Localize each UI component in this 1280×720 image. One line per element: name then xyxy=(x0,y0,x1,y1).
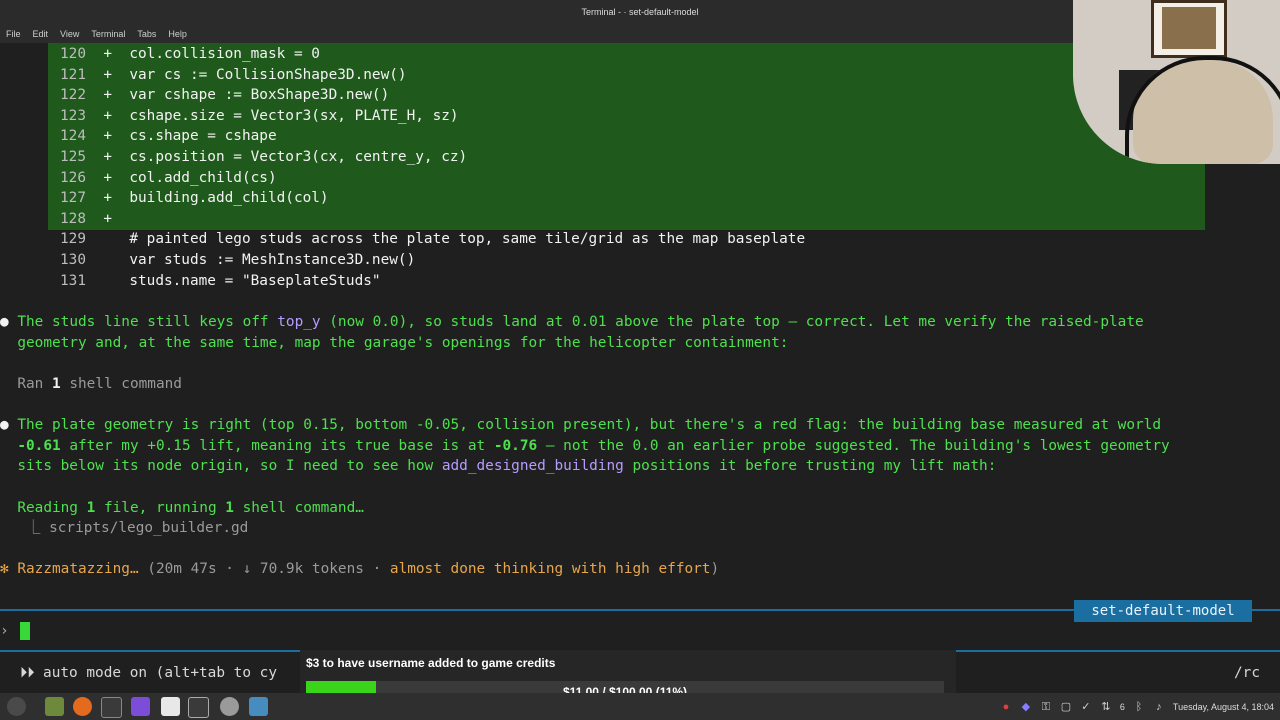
diff-line: 120 + col.collision_mask = 0 xyxy=(60,46,320,62)
terminal-icon[interactable] xyxy=(101,697,122,718)
spinner-icon: ✻ xyxy=(0,561,9,578)
assistant-message-2-cont: -0.61 after my +0.15 lift, meaning its t… xyxy=(17,437,1170,454)
clock[interactable]: Tuesday, August 4, 18:04 xyxy=(1173,702,1274,712)
diff-context-line: 130 var studs := MeshInstance3D.new() xyxy=(60,252,416,268)
clipboard-icon[interactable]: ▢ xyxy=(1060,701,1072,713)
system-tray: ● ◆ ⚿ ▢ ✓ ⇅ 6 ᛒ ♪ Tuesday, August 4, 18:… xyxy=(1000,693,1274,720)
chrome-icon[interactable] xyxy=(220,697,239,716)
taskbar: ● ◆ ⚿ ▢ ✓ ⇅ 6 ᛒ ♪ Tuesday, August 4, 18:… xyxy=(0,693,1280,720)
files-icon[interactable] xyxy=(45,697,64,716)
assistant-message-2-cont: sits below its node origin, so I need to… xyxy=(17,458,997,475)
input-cursor[interactable] xyxy=(20,622,30,640)
window-title: Terminal - · set-default-model xyxy=(581,7,699,17)
message-bullet: ● xyxy=(0,314,9,330)
wall-picture-frame xyxy=(1151,0,1227,58)
diff-line: 123 + cshape.size = Vector3(sx, PLATE_H,… xyxy=(60,107,459,124)
security-icon[interactable]: ⚿ xyxy=(1040,701,1052,713)
tool-progress-reading: Reading 1 file, running 1 shell command… xyxy=(17,499,364,516)
assistant-message-1-cont: geometry and, at the same time, map the … xyxy=(17,334,789,351)
webcam-overlay xyxy=(1073,0,1280,164)
menu-edit[interactable]: Edit xyxy=(33,29,49,39)
diff-line: 124 + cs.shape = cshape xyxy=(60,128,277,145)
diff-line: 121 + var cs := CollisionShape3D.new() xyxy=(60,66,407,83)
menu-icon[interactable] xyxy=(7,697,26,716)
terminal-active-icon[interactable] xyxy=(188,697,209,718)
assistant-message-2: ● The plate geometry is right (top 0.15,… xyxy=(0,417,1161,433)
bluetooth-icon[interactable]: ᛒ xyxy=(1133,701,1145,713)
network-icon[interactable]: ⇅ xyxy=(1100,701,1112,713)
diff-line: 128 + xyxy=(60,210,112,227)
update-icon[interactable]: ✓ xyxy=(1080,701,1092,713)
donation-title: $3 to have username added to game credit… xyxy=(306,656,556,670)
godot-icon[interactable] xyxy=(249,697,268,716)
diff-context-line: 129 # painted lego studs across the plat… xyxy=(60,231,806,248)
auto-mode-status: ⏵⏵ auto mode on (alt+tab to cy xyxy=(20,665,277,681)
assistant-message-1: ● The studs line still keys off top_y (n… xyxy=(0,314,1144,330)
discord-icon[interactable]: ◆ xyxy=(1020,701,1032,713)
menu-view[interactable]: View xyxy=(60,29,79,39)
thinking-status: ✻ Razzmatazzing… (20m 47s · ↓ 70.9k toke… xyxy=(0,561,720,578)
diff-line: 122 + var cshape := BoxShape3D.new() xyxy=(60,87,390,104)
prompt-symbol: › xyxy=(0,623,9,639)
menu-terminal[interactable]: Terminal xyxy=(91,29,125,39)
firefox-icon[interactable] xyxy=(73,697,92,716)
brightness-level: 6 xyxy=(1119,701,1125,712)
model-tag: set-default-model xyxy=(1074,600,1252,622)
menu-tabs[interactable]: Tabs xyxy=(137,29,156,39)
tool-summary-ran[interactable]: Ran 1 shell command xyxy=(0,374,182,395)
obsidian-icon[interactable] xyxy=(131,697,150,716)
volume-icon[interactable]: ♪ xyxy=(1153,701,1165,713)
diff-context-line: 131 studs.name = "BaseplateStuds" xyxy=(60,272,381,289)
diff-line: 126 + col.add_child(cs) xyxy=(60,169,277,186)
editor-icon[interactable] xyxy=(161,697,180,716)
diff-line: 125 + cs.position = Vector3(cx, centre_y… xyxy=(60,149,468,165)
rc-hint: /rc xyxy=(1234,665,1260,681)
menu-help[interactable]: Help xyxy=(168,29,187,39)
message-bullet: ● xyxy=(0,417,9,433)
record-icon[interactable]: ● xyxy=(1000,701,1012,713)
tool-file-path: ⎿ scripts/lego_builder.gd xyxy=(26,520,249,537)
diff-line: 127 + building.add_child(col) xyxy=(60,190,329,207)
menu-file[interactable]: File xyxy=(6,29,21,39)
